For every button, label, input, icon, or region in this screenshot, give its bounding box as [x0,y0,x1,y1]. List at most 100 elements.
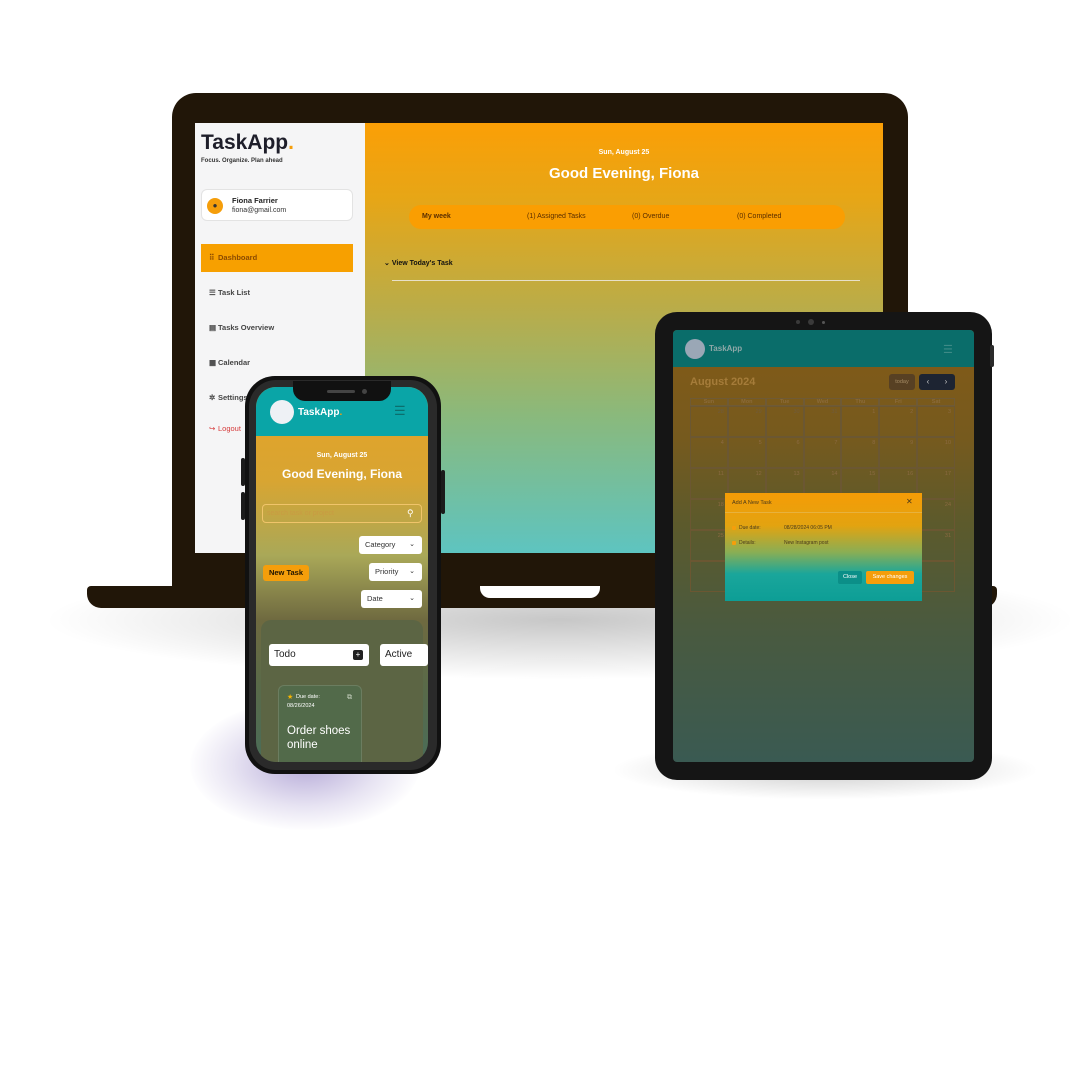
calendar-day[interactable]: 6 [765,437,804,468]
next-month-button[interactable]: › [937,374,955,390]
phone-screen: TaskApp. ☰ Sun, August 25 Good Evening, … [256,387,428,762]
weekday-label: Thu [841,398,880,406]
details-value[interactable]: New Instagram post [784,540,828,546]
weekday-label: Tue [765,398,804,406]
prev-month-button[interactable]: ‹ [919,374,937,390]
logout-icon: ↪ [209,424,216,433]
calendar-day[interactable]: 29 [727,406,766,437]
calendar-day[interactable]: 5 [727,437,766,468]
phone-power-button [441,470,445,514]
calendar-day[interactable]: 7 [803,437,842,468]
greeting: Good Evening, Fiona [282,467,402,481]
weekday-label: Sun [690,398,728,406]
tab-assigned-tasks[interactable]: (1) Assigned Tasks [527,213,586,220]
calendar-day[interactable]: 30 [765,406,804,437]
calendar-day[interactable]: 18 [690,499,728,530]
menu-icon[interactable]: ☰ [943,343,953,356]
category-select[interactable]: Category ⌄ [359,536,422,554]
view-today-toggle[interactable]: ⌄ View Today's Task [384,259,453,267]
column-active[interactable]: Active [380,644,428,666]
calendar-day[interactable]: 25 [690,530,728,561]
calendar-day[interactable]: 2 [879,406,918,437]
phone-brand[interactable]: TaskApp. [298,407,342,418]
add-task-icon[interactable]: + [353,650,363,660]
star-icon: ★ [287,694,294,701]
tab-my-week[interactable]: My week [422,213,451,220]
calendar-day[interactable]: 3 [917,406,956,437]
close-icon[interactable]: ✕ [906,497,913,506]
calendar-day[interactable] [690,561,728,592]
gear-icon: ✲ [209,393,216,402]
user-name: Fiona Farrier [232,196,278,205]
calendar-day[interactable]: 9 [879,437,918,468]
priority-select[interactable]: Priority ⌄ [369,563,422,581]
tablet-sensor [796,320,800,324]
chevron-down-icon: ⌄ [409,595,415,602]
sidebar-item-dashboard[interactable]: ⠿ Dashboard [201,244,353,272]
grid-icon: ⠿ [209,253,215,262]
tablet-sensor [822,321,825,324]
view-today-label: View Today's Task [391,260,453,267]
tablet-side-button [990,345,994,367]
close-button[interactable]: Close [838,571,862,584]
list-icon: ☰ [209,288,216,297]
calendar-day[interactable]: 4 [690,437,728,468]
current-date: Sun, August 25 [316,452,368,459]
due-date-value[interactable]: 08/28/2024 06:05 PM [784,525,832,531]
app-logo-icon[interactable] [685,339,705,359]
calendar-week: 4 5 6 7 8 9 10 [690,437,956,468]
chevron-down-icon: ⌄ [409,568,415,575]
task-card[interactable]: ★ Due date: 08/26/2024 ⧉ Order shoes onl… [278,685,362,762]
tab-overdue[interactable]: (0) Overdue [632,213,669,220]
calendar-day[interactable]: 24 [917,499,956,530]
calendar-day[interactable]: 1 [841,406,880,437]
calendar-day[interactable]: 28 [690,406,728,437]
save-changes-button[interactable]: Save changes [866,571,914,584]
weekday-label: Wed [803,398,842,406]
weekday-header: Sun Mon Tue Wed Thu Fri Sat [690,398,956,406]
weekday-label: Sat [917,398,956,406]
tablet-camera-icon [808,319,814,325]
details-label: Details: [739,540,756,546]
modal-title: Add A New Task [732,500,772,506]
tablet-navbar: TaskApp ☰ [673,330,974,367]
calendar-day[interactable]: 11 [690,468,728,499]
calendar-day[interactable]: 31 [803,406,842,437]
calendar-week: 28 29 30 31 1 2 3 [690,406,956,437]
calendar-day[interactable]: 17 [917,468,956,499]
calendar-month-title: August 2024 [690,376,756,388]
add-task-modal: Add A New Task ✕ Due date: 08/28/2024 06… [725,493,922,601]
sidebar-item-tasks-overview[interactable]: ▤ Tasks Overview [201,314,353,342]
due-date-label: Due date: [739,525,761,531]
search-input[interactable]: search task or project ⚲ [262,504,422,523]
greeting: Good Evening, Fiona [549,165,699,182]
sidebar-item-calendar[interactable]: ▦ Calendar [201,349,353,377]
current-date: Sun, August 25 [598,149,650,156]
tab-completed[interactable]: (0) Completed [737,213,781,220]
column-todo[interactable]: Todo + [269,644,369,666]
menu-icon[interactable]: ☰ [394,403,406,419]
user-avatar-icon: ● [207,198,223,214]
external-link-icon[interactable]: ⧉ [347,694,352,702]
phone-volume-button [241,492,245,520]
app-tagline: Focus. Organize. Plan ahead [201,158,283,164]
tablet-screen: TaskApp ☰ August 2024 today ‹ › Sun Mon … [673,330,974,762]
calendar-day[interactable]: 10 [917,437,956,468]
modal-divider [725,512,922,513]
today-button[interactable]: today [889,374,915,390]
app-logo-icon[interactable] [270,400,294,424]
date-select[interactable]: Date ⌄ [361,590,422,608]
app-logo[interactable]: TaskApp. [201,131,294,155]
search-icon[interactable]: ⚲ [407,508,414,519]
due-date-marker [732,526,736,530]
user-card[interactable]: ● Fiona Farrier fiona@gmail.com [201,189,353,221]
divider [392,280,860,281]
calendar-day[interactable]: 8 [841,437,880,468]
calendar-day[interactable] [917,561,956,592]
sidebar-item-task-list[interactable]: ☰ Task List [201,279,353,307]
phone-volume-button [241,458,245,486]
tablet-brand[interactable]: TaskApp [709,344,742,353]
calendar-day[interactable]: 31 [917,530,956,561]
new-task-button[interactable]: New Task [263,565,309,581]
phone-speaker [327,390,355,393]
